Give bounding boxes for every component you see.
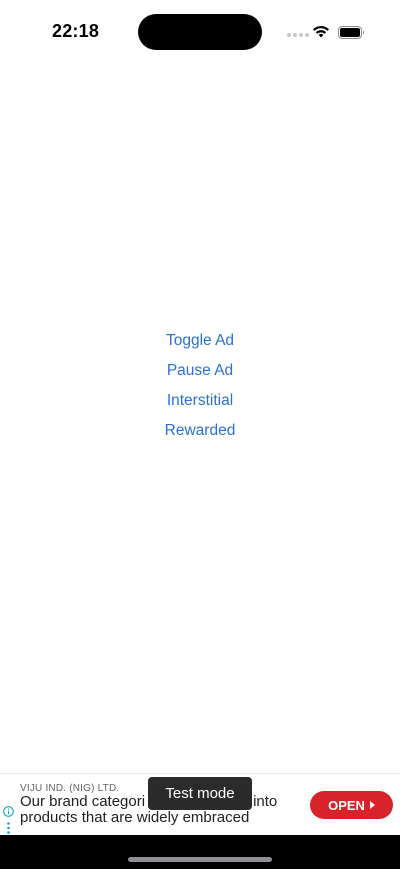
test-mode-badge: Test mode [148,777,252,810]
open-arrow-icon [369,801,375,809]
toggle-ad-button[interactable]: Toggle Ad [140,326,260,356]
ad-open-label: OPEN [328,797,365,813]
home-area [0,835,400,869]
ad-menu: Toggle Ad Pause Ad Interstitial Rewarded [0,326,400,446]
ad-open-button[interactable]: OPEN [310,791,393,819]
status-bar: 22:18 [0,0,400,64]
pause-ad-button[interactable]: Pause Ad [140,356,260,386]
ad-info-icon[interactable] [3,806,14,817]
battery-icon [338,26,364,39]
ad-headline-line1: Our brand categori [20,793,146,810]
ad-headline-line1-end: into [253,793,278,810]
wifi-icon [313,25,329,38]
interstitial-button[interactable]: Interstitial [140,386,260,416]
ad-options-icon[interactable] [7,822,10,834]
ad-headline-line2: products that are widely embraced [20,809,250,826]
home-indicator[interactable] [128,857,272,862]
dynamic-island [138,14,262,50]
cellular-dots-icon [287,33,309,37]
rewarded-button[interactable]: Rewarded [140,416,260,446]
status-time: 22:18 [52,21,100,41]
